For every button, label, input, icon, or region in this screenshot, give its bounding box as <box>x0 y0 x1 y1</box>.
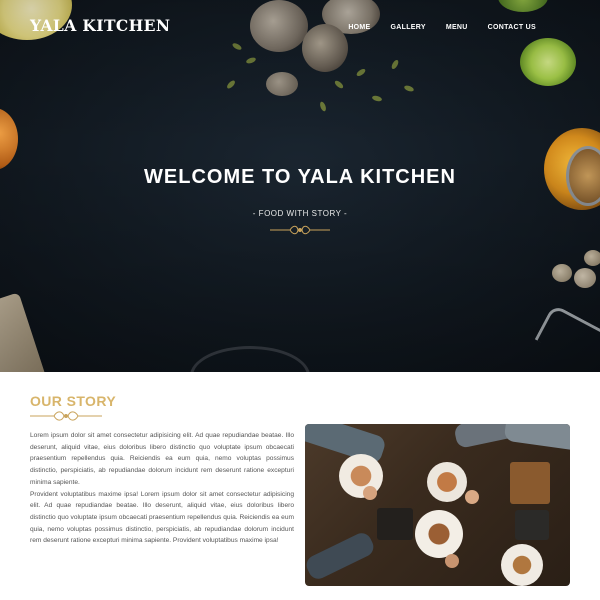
story-body: Lorem ipsum dolor sit amet consectetur a… <box>30 430 294 547</box>
nav-menu-link[interactable]: MENU <box>446 24 468 31</box>
ornament-divider-icon <box>270 225 330 235</box>
plate-shape <box>501 544 543 586</box>
hero-subtitle: - FOOD WITH STORY - <box>252 209 348 218</box>
hero-section: YALA KITCHEN HOME GALLERY MENU CONTACT U… <box>0 0 600 372</box>
hand-shape <box>445 554 459 568</box>
our-story-section: OUR STORY Lorem ipsum dolor sit amet con… <box>0 372 600 600</box>
story-title: OUR STORY <box>30 393 117 409</box>
arm-shape <box>503 424 570 452</box>
serving-board-shape <box>510 462 550 504</box>
ornament-divider-icon <box>30 411 102 421</box>
story-paragraph: Lorem ipsum dolor sit amet consectetur a… <box>30 432 294 486</box>
nav-contact-link[interactable]: CONTACT US <box>488 24 536 31</box>
nav-home-link[interactable]: HOME <box>348 24 370 31</box>
site-logo[interactable]: YALA KITCHEN <box>30 16 170 35</box>
nav-gallery-link[interactable]: GALLERY <box>391 24 426 31</box>
story-paragraph: Provident voluptatibus maxime ipsa! Lore… <box>30 490 294 545</box>
plate-shape <box>415 510 463 558</box>
hero-title: WELCOME TO YALA KITCHEN <box>144 166 456 188</box>
dining-table-photo <box>305 424 570 586</box>
hand-shape <box>363 486 377 500</box>
arm-shape <box>305 529 377 583</box>
hand-shape <box>465 490 479 504</box>
serving-board-shape <box>515 510 549 540</box>
serving-board-shape <box>377 508 413 540</box>
main-nav: HOME GALLERY MENU CONTACT US <box>328 24 536 31</box>
plate-shape <box>427 462 467 502</box>
